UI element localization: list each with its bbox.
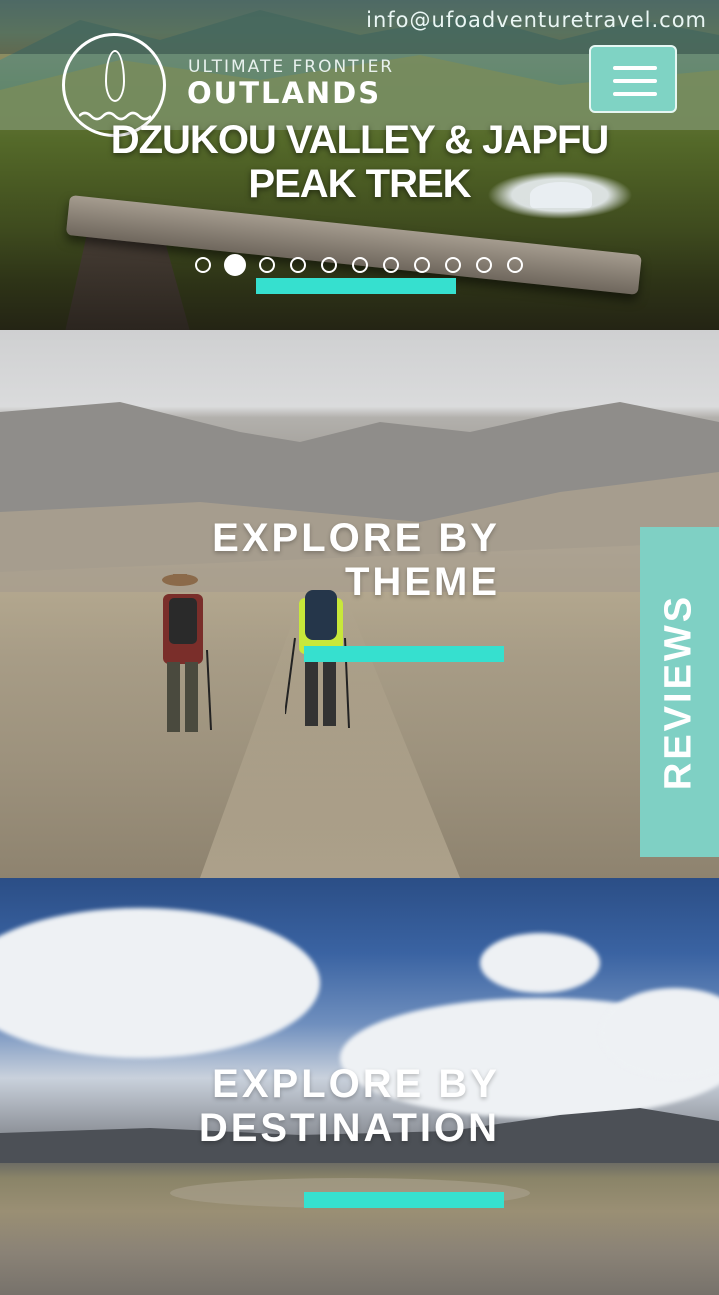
reviews-tab-label: REVIEWS (657, 593, 700, 791)
slider-dot[interactable] (352, 257, 368, 273)
hamburger-icon (613, 66, 657, 70)
theme-title-line-2: THEME (345, 560, 500, 604)
cloud (0, 908, 320, 1058)
slider-dot[interactable] (321, 257, 337, 273)
brand-name[interactable]: OUTLANDS (187, 76, 381, 110)
destination-title-line-2: DESTINATION (198, 1106, 500, 1150)
explore-by-destination-card[interactable]: EXPLORE BY DESTINATION (0, 878, 719, 1295)
slider-dot[interactable] (224, 254, 246, 276)
slider-dot[interactable] (445, 257, 461, 273)
hamburger-icon-line (613, 92, 657, 96)
slider-dot[interactable] (414, 257, 430, 273)
brand-tagline: ULTIMATE FRONTIER (188, 57, 395, 77)
theme-accent-bar (304, 646, 504, 662)
cloud (480, 933, 600, 993)
explore-by-theme-card[interactable]: EXPLORE BY THEME (0, 330, 719, 878)
reviews-tab[interactable]: REVIEWS (640, 527, 719, 857)
hero-title[interactable]: DZUKOU VALLEY & JAPFU PEAK TREK (0, 118, 719, 206)
slider-dot[interactable] (195, 257, 211, 273)
slider-dot[interactable] (259, 257, 275, 273)
slider-dot[interactable] (507, 257, 523, 273)
hiker-figure-2 (285, 590, 350, 729)
hero-accent-bar (256, 278, 456, 294)
hero-title-line-1: DZUKOU VALLEY & JAPFU (110, 118, 610, 162)
theme-title-line-1: EXPLORE BY (212, 516, 500, 560)
destination-title-line-1: EXPLORE BY (212, 1062, 500, 1106)
destination-accent-bar (304, 1192, 504, 1208)
explore-by-destination-title[interactable]: EXPLORE BY DESTINATION (199, 1062, 500, 1150)
explore-by-theme-title[interactable]: EXPLORE BY THEME (212, 516, 500, 604)
slider-dot[interactable] (383, 257, 399, 273)
hero-slider[interactable]: info@ufoadventuretravel.com ULTIMATE FRO… (0, 0, 719, 330)
slider-dot[interactable] (476, 257, 492, 273)
slider-dot[interactable] (290, 257, 306, 273)
menu-button[interactable] (589, 45, 677, 113)
hamburger-icon-line (613, 79, 657, 83)
contact-email-link[interactable]: info@ufoadventuretravel.com (366, 8, 707, 32)
hero-title-line-2: PEAK TREK (248, 162, 471, 206)
feather-icon (105, 50, 125, 102)
